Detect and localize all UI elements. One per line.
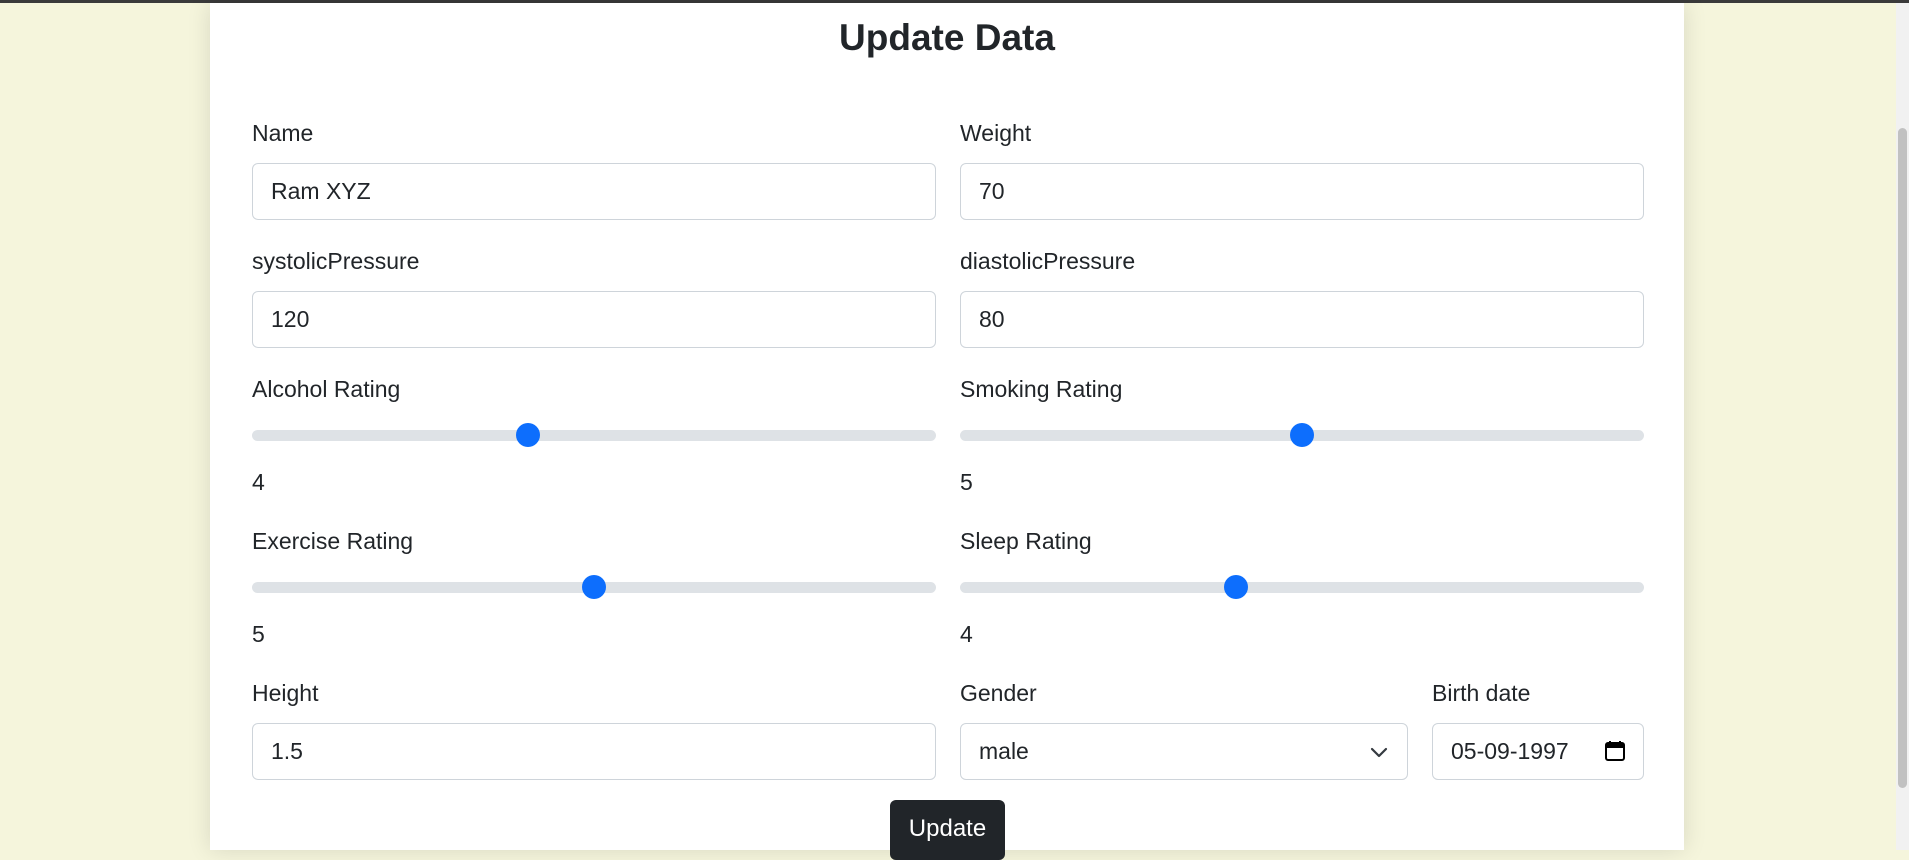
- alcohol-rating-label: Alcohol Rating: [252, 376, 401, 402]
- diastolic-pressure-label: diastolicPressure: [960, 248, 1136, 274]
- alcohol-rating-value: 4: [252, 469, 265, 495]
- page-title: Update Data: [839, 17, 1055, 58]
- diastolic-pressure-input[interactable]: 80: [960, 291, 1644, 348]
- birth-date-input[interactable]: 05-09-1997: [1432, 723, 1644, 780]
- smoking-rating-thumb[interactable]: [1290, 423, 1314, 447]
- gender-field: Gender male: [960, 679, 1408, 780]
- smoking-rating-label: Smoking Rating: [960, 376, 1123, 402]
- birth-date-field: Birth date 05-09-1997: [1432, 679, 1644, 780]
- alcohol-rating-thumb[interactable]: [515, 423, 540, 447]
- gender-selected-value: male: [979, 738, 1029, 764]
- height-input[interactable]: 1.5: [252, 723, 936, 780]
- alcohol-rating-slider[interactable]: [252, 423, 936, 447]
- scrollbar-thumb[interactable]: [1898, 128, 1907, 788]
- chevron-down-icon: [1370, 747, 1388, 758]
- systolic-pressure-input[interactable]: 120: [252, 291, 936, 348]
- name-field: Name Ram XYZ: [252, 119, 936, 220]
- sleep-rating-label: Sleep Rating: [960, 528, 1092, 554]
- birth-date-label: Birth date: [1432, 680, 1531, 706]
- sleep-rating-slider[interactable]: [960, 575, 1644, 599]
- update-form-card: Update Data Name Ram XYZ Weight 70 systo…: [210, 3, 1684, 860]
- systolic-pressure-field: systolicPressure 120: [252, 247, 936, 348]
- name-input[interactable]: Ram XYZ: [252, 163, 936, 220]
- exercise-rating-label: Exercise Rating: [252, 528, 414, 554]
- page-scrollbar[interactable]: [1896, 3, 1909, 850]
- name-label: Name: [252, 120, 314, 146]
- smoking-rating-slider[interactable]: [960, 423, 1644, 447]
- birth-date-value: 05-09-1997: [1451, 738, 1569, 764]
- weight-field: Weight 70: [960, 119, 1644, 220]
- exercise-rating-thumb[interactable]: [582, 575, 606, 599]
- gender-label: Gender: [960, 680, 1037, 706]
- weight-input[interactable]: 70: [960, 163, 1644, 220]
- weight-label: Weight: [960, 120, 1032, 146]
- height-field: Height 1.5: [252, 679, 936, 780]
- sleep-rating-field: Sleep Rating 4: [960, 527, 1644, 647]
- systolic-pressure-label: systolicPressure: [252, 248, 420, 274]
- smoking-rating-value: 5: [960, 469, 973, 495]
- alcohol-rating-field: Alcohol Rating 4: [252, 375, 936, 495]
- update-button[interactable]: Update: [890, 800, 1005, 860]
- sleep-rating-thumb[interactable]: [1223, 575, 1248, 599]
- exercise-rating-slider[interactable]: [252, 575, 936, 599]
- exercise-rating-field: Exercise Rating 5: [252, 527, 936, 647]
- smoking-rating-field: Smoking Rating 5: [960, 375, 1644, 495]
- diastolic-pressure-field: diastolicPressure 80: [960, 247, 1644, 348]
- exercise-rating-value: 5: [252, 621, 265, 647]
- gender-select[interactable]: male: [960, 723, 1408, 780]
- sleep-rating-value: 4: [960, 621, 973, 647]
- height-label: Height: [252, 680, 319, 706]
- calendar-icon[interactable]: [1603, 739, 1627, 763]
